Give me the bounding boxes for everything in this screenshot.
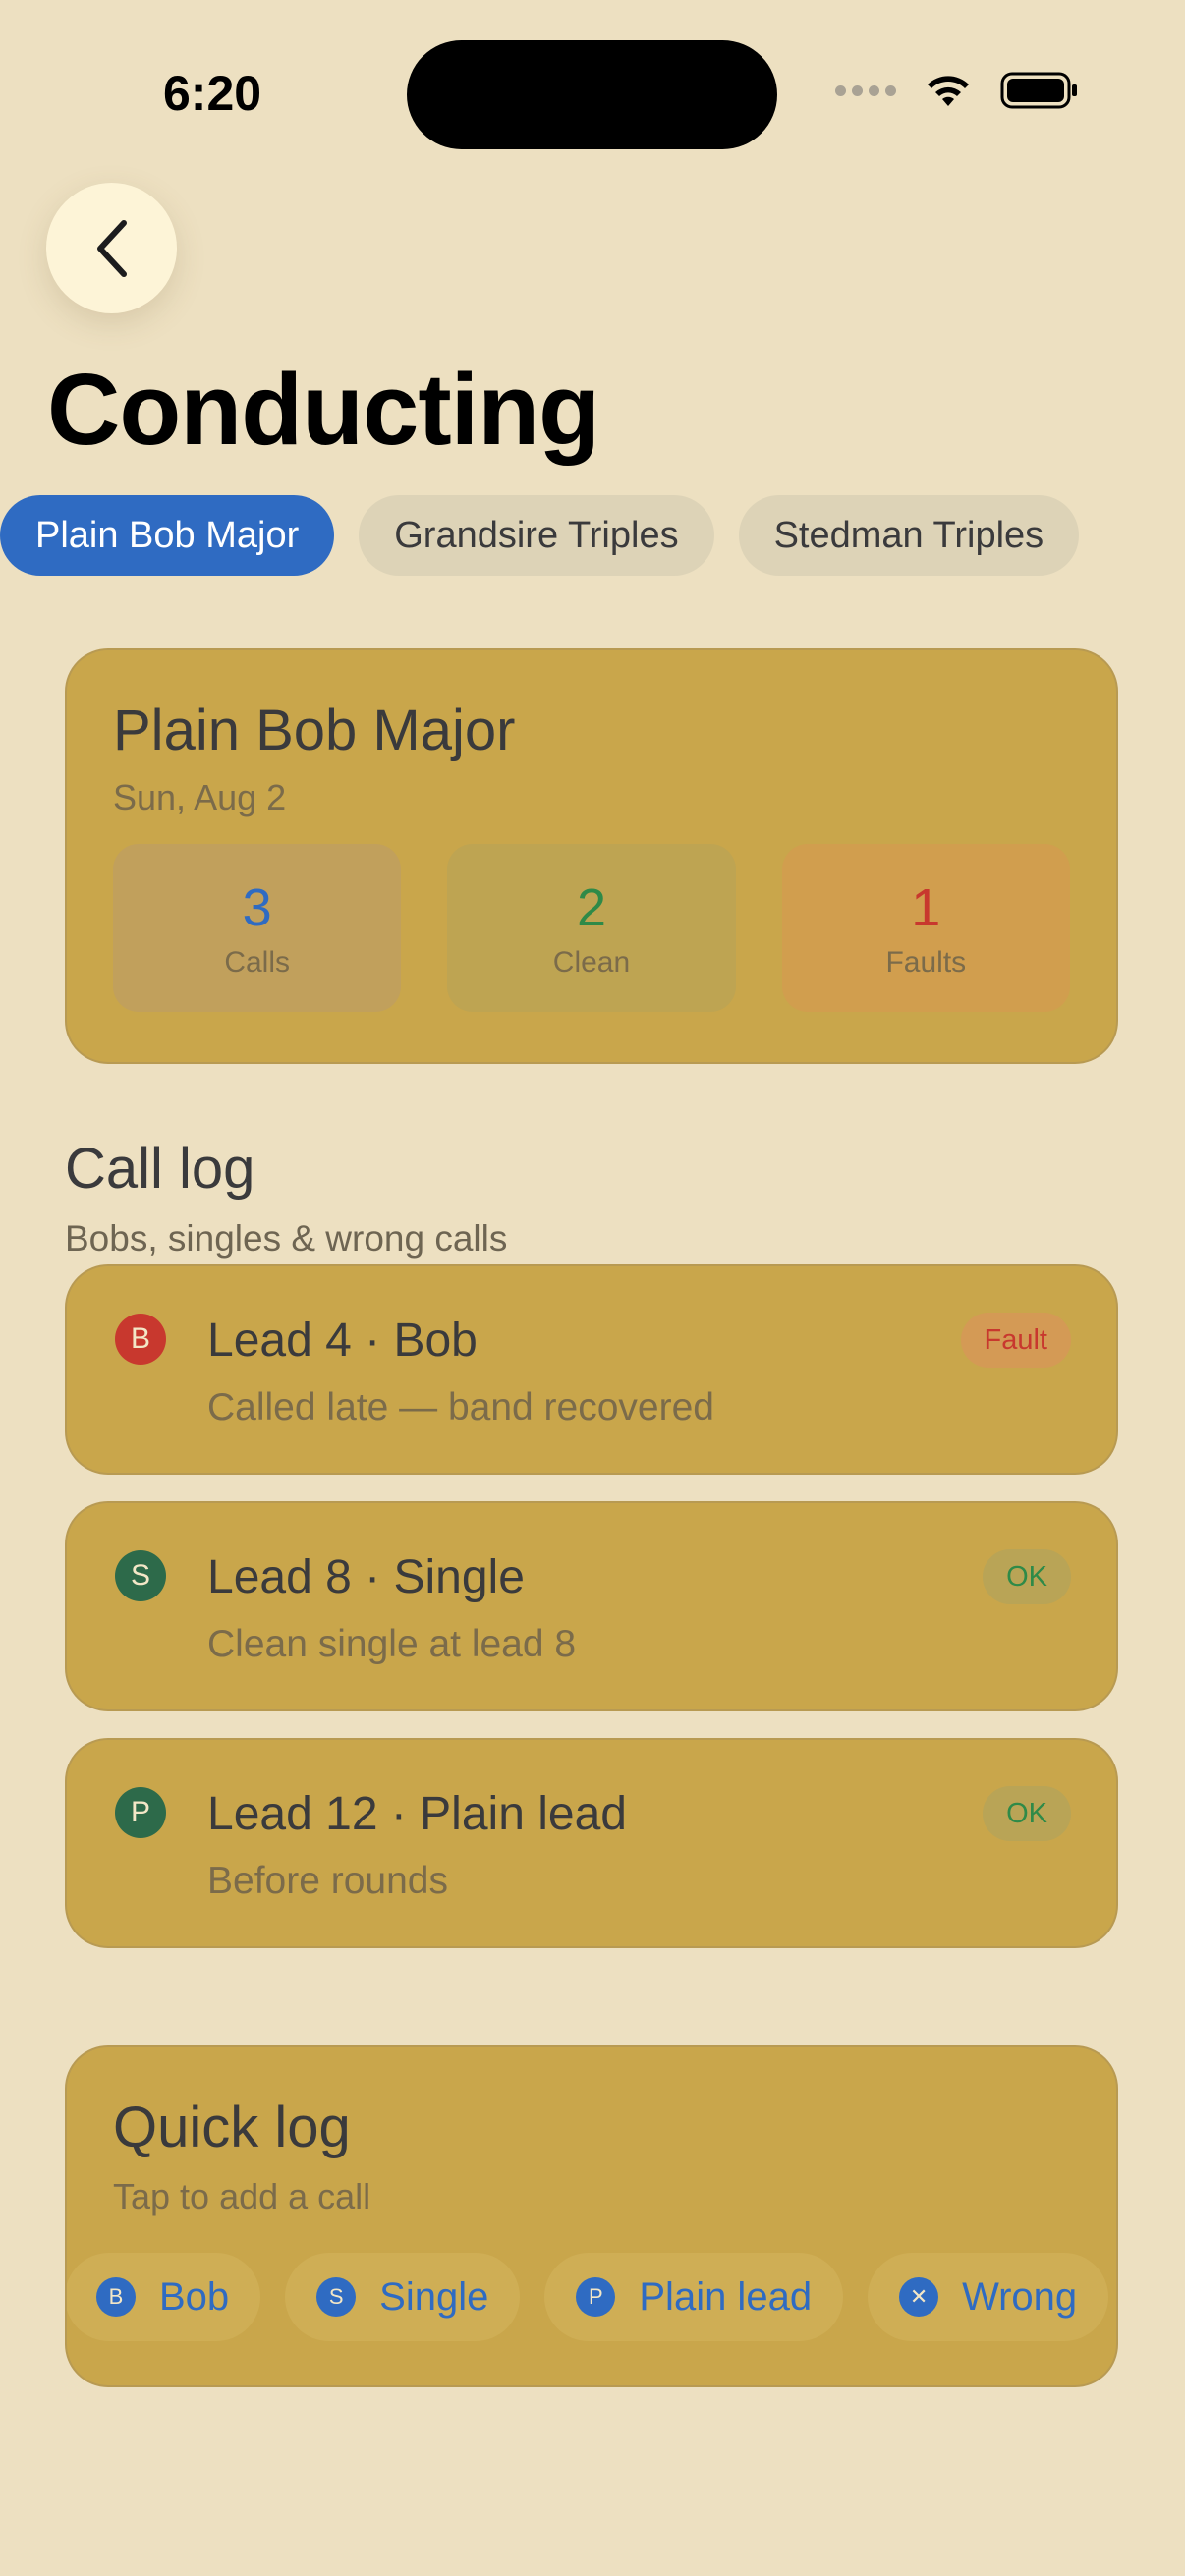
chip-label: Wrong (962, 2274, 1078, 2319)
quick-log-card: Quick log Tap to add a call B Bob S Sing… (65, 2045, 1118, 2387)
add-wrong-button[interactable]: ✕ Wrong (868, 2253, 1109, 2341)
add-single-button[interactable]: S Single (285, 2253, 521, 2341)
summary-date: Sun, Aug 2 (113, 777, 287, 817)
call-log-subtitle: Bobs, singles & wrong calls (65, 1218, 508, 1259)
stat-calls-label: Calls (224, 945, 290, 979)
stat-calls-value: 3 (242, 877, 272, 937)
back-button[interactable] (46, 183, 177, 313)
list-item-title: Lead 4 · Bob (207, 1315, 478, 1367)
quick-log-subtitle: Tap to add a call (113, 2176, 371, 2216)
plain-lead-icon: P (576, 2277, 616, 2317)
stat-clean-label: Clean (552, 945, 631, 979)
list-item[interactable]: B Lead 4 · Bob Called late — band recove… (65, 1264, 1118, 1475)
list-item-title: Lead 12 · Plain lead (207, 1788, 627, 1840)
stats-row: 3 Calls 2 Clean 1 Faults (113, 844, 1070, 1012)
list-item-title: Lead 8 · Single (207, 1551, 525, 1603)
tab-plain-bob-major[interactable]: Plain Bob Major (0, 495, 335, 576)
single-icon: S (316, 2277, 357, 2317)
page-title: Conducting (47, 353, 600, 466)
stat-clean: 2 Clean (447, 844, 736, 1012)
add-plain-lead-button[interactable]: P Plain lead (544, 2253, 844, 2341)
method-tabs: Plain Bob Major Grandsire Triples Stedma… (0, 495, 1080, 576)
tab-stedman-triples[interactable]: Stedman Triples (738, 495, 1080, 576)
plain-lead-badge-icon: P (115, 1787, 166, 1838)
quick-log-title: Quick log (113, 2096, 351, 2159)
list-item-description: Called late — band recovered (207, 1386, 714, 1428)
list-item-description: Clean single at lead 8 (207, 1623, 577, 1665)
add-bob-button[interactable]: B Bob (67, 2253, 261, 2341)
single-badge-icon: S (115, 1550, 166, 1601)
chip-label: Bob (159, 2274, 230, 2319)
stat-clean-value: 2 (576, 877, 607, 937)
bob-icon: B (96, 2277, 136, 2317)
chevron-left-icon (96, 219, 127, 277)
quick-log-chips: B Bob S Single P Plain lead ✕ Wrong (67, 2253, 1109, 2341)
close-icon: ✕ (899, 2277, 939, 2317)
list-item[interactable]: P Lead 12 · Plain lead Before rounds OK (65, 1738, 1118, 1948)
stat-faults-label: Faults (885, 945, 967, 979)
stat-faults-value: 1 (911, 877, 941, 937)
status-badge: OK (983, 1549, 1071, 1604)
stat-calls: 3 Calls (113, 844, 402, 1012)
stat-faults: 1 Faults (781, 844, 1070, 1012)
wifi-icon (928, 76, 969, 106)
bob-badge-icon: B (115, 1314, 166, 1365)
cellular-signal-icon (835, 84, 896, 96)
status-badge: OK (983, 1786, 1071, 1841)
chip-label: Plain lead (639, 2274, 813, 2319)
list-item[interactable]: S Lead 8 · Single Clean single at lead 8… (65, 1501, 1118, 1711)
summary-card: Plain Bob Major Sun, Aug 2 3 Calls 2 Cle… (65, 648, 1118, 1064)
call-log-title: Call log (65, 1137, 255, 1201)
summary-title: Plain Bob Major (113, 699, 516, 762)
dynamic-island (407, 40, 777, 149)
status-badge: Fault (960, 1313, 1071, 1368)
status-icons (835, 71, 1079, 110)
status-time: 6:20 (163, 66, 262, 121)
tab-grandsire-triples[interactable]: Grandsire Triples (359, 495, 714, 576)
battery-icon (1000, 72, 1077, 109)
chip-label: Single (379, 2274, 489, 2319)
list-item-description: Before rounds (207, 1860, 448, 1902)
